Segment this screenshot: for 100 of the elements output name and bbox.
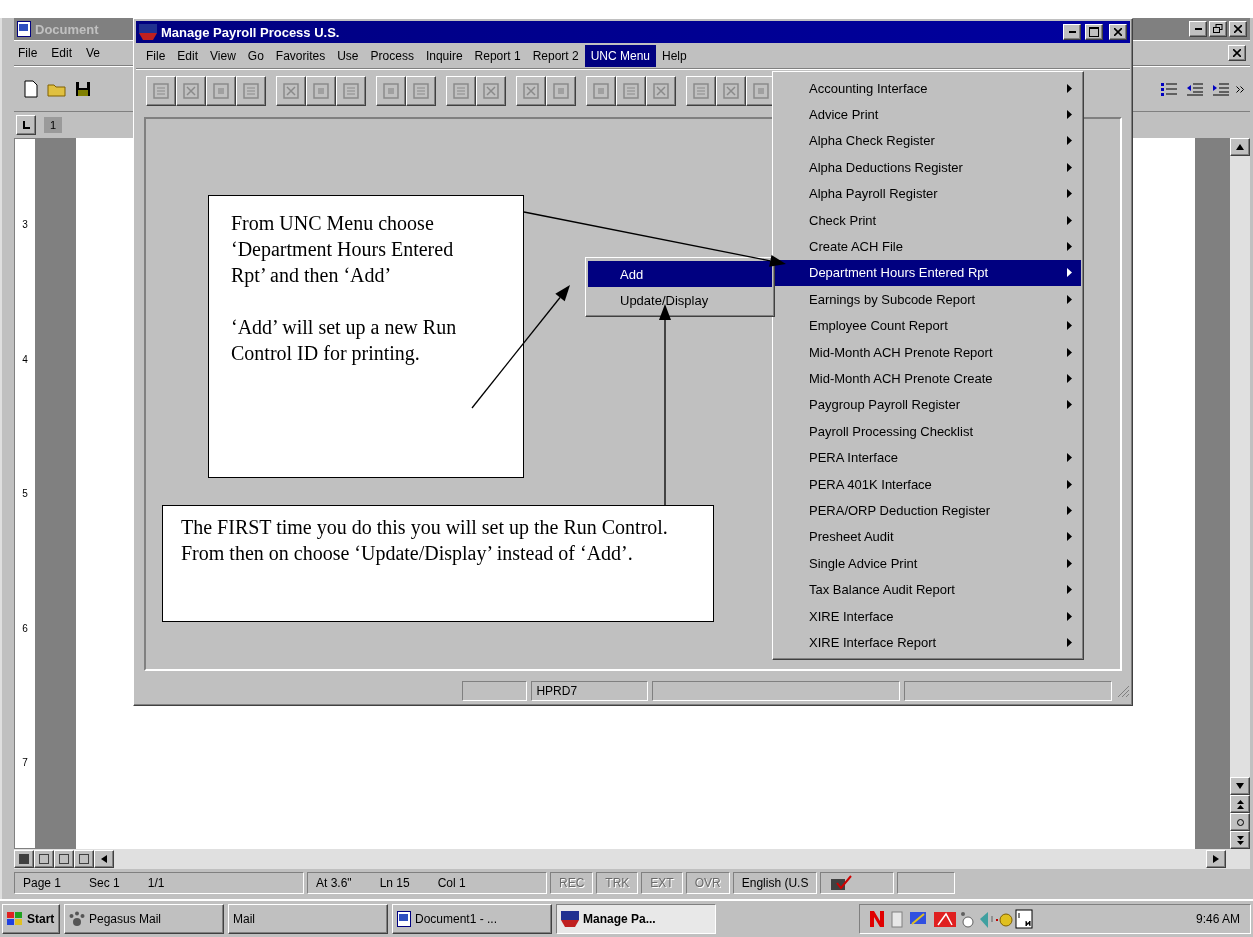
menu-item[interactable]: Ve (86, 46, 101, 60)
minimize-button[interactable] (1189, 21, 1207, 37)
tab-stop-button[interactable] (16, 115, 36, 135)
menu-item[interactable]: Inquire (419, 44, 469, 67)
menu-item[interactable]: Presheet Audit (775, 523, 1081, 551)
status-text: Page 1 (23, 876, 62, 890)
submenu-arrow-icon (1067, 83, 1073, 93)
right-arrow-icon (1213, 855, 1219, 863)
document-icon (397, 911, 411, 927)
menu-item[interactable]: Edit (171, 44, 205, 67)
toolbar-glyph-icon (212, 81, 230, 100)
menu-item[interactable]: Mid-Month ACH Prenote Create (775, 365, 1081, 392)
menu-item[interactable]: Help (656, 44, 693, 67)
toolbar-glyph-icon (592, 81, 610, 100)
menu-item[interactable]: Create ACH File (775, 233, 1081, 260)
toolbar-glyph-icon (412, 81, 430, 100)
menu-item[interactable]: Payroll Processing Checklist (775, 418, 1081, 445)
menu-item[interactable]: Employee Count Report (775, 312, 1081, 339)
menu-item[interactable]: Paygroup Payroll Register (775, 391, 1081, 419)
menu-item[interactable]: Earnings by Subcode Report (775, 286, 1081, 313)
menu-item[interactable]: Favorites (269, 44, 332, 67)
previous-page-button[interactable] (1230, 795, 1250, 813)
view-button[interactable] (54, 850, 74, 868)
taskbar-button[interactable]: Pegasus Mail (64, 904, 224, 934)
resize-grip-icon (1116, 684, 1130, 698)
taskbar-button[interactable]: Manage Pa... (556, 904, 716, 934)
scroll-down-button[interactable] (1230, 777, 1250, 795)
menu-item[interactable]: Alpha Deductions Register (775, 154, 1081, 181)
menu-item[interactable]: Update/Display (588, 287, 772, 313)
browse-object-button[interactable] (1230, 813, 1250, 831)
status-text: Col 1 (437, 876, 466, 890)
restore-icon (1213, 24, 1223, 34)
scroll-right-button[interactable] (1206, 850, 1226, 868)
menu-item[interactable]: Add (588, 261, 772, 287)
menu-item[interactable]: Check Print (775, 206, 1081, 234)
callout-text: ‘Add’ will set up a new Run Control ID for printing. (231, 315, 458, 366)
menu-item[interactable]: Report 2 (526, 44, 585, 67)
menu-item[interactable]: Tax Balance Audit Report (775, 576, 1081, 603)
restore-button[interactable] (1209, 21, 1227, 37)
close-button[interactable] (1229, 21, 1247, 37)
database-name: HPRD7 (536, 684, 578, 698)
view-button[interactable] (14, 850, 34, 868)
status-text: EXT (650, 876, 674, 890)
view-button[interactable] (74, 850, 94, 868)
menu-item[interactable]: PERA Interface (775, 444, 1081, 471)
scroll-up-button[interactable] (1230, 138, 1250, 156)
circle-icon (1236, 818, 1244, 826)
menu-item[interactable]: Advice Print (775, 101, 1081, 128)
close-button[interactable] (1109, 24, 1127, 40)
submenu-arrow-icon (1067, 136, 1073, 146)
maximize-button[interactable] (1085, 24, 1103, 40)
menu-item[interactable]: PERA 401K Interface (775, 470, 1081, 498)
status-text: REC (559, 876, 585, 890)
menu-item[interactable]: Use (331, 44, 365, 67)
menu-item[interactable]: View (204, 44, 242, 67)
view-button[interactable] (34, 850, 54, 868)
close-icon (1114, 28, 1122, 36)
status-text: Ln 15 (379, 876, 410, 890)
toolbar-glyph-icon (622, 81, 640, 100)
start-button[interactable]: Start (2, 904, 60, 934)
toolbar-glyph-icon (522, 81, 540, 100)
toolbar-glyph-icon (312, 81, 330, 100)
status-text: 1/1 (147, 876, 165, 890)
menu-item[interactable]: Accounting Interface (775, 75, 1081, 102)
taskbar-button[interactable]: Document1 - ... (392, 904, 552, 934)
status-field (462, 681, 528, 701)
menu-item[interactable]: Go (241, 44, 270, 67)
scroll-left-button[interactable] (94, 850, 114, 868)
menu-item[interactable]: PERA/ORP Deduction Register (775, 497, 1081, 524)
menu-item[interactable]: Alpha Check Register (775, 127, 1081, 155)
menu-item[interactable]: Department Hours Entered Rpt (775, 259, 1081, 287)
close-icon (1234, 25, 1242, 33)
submenu-arrow-icon (1067, 400, 1073, 410)
windows-flag-icon (7, 912, 23, 926)
menu-item[interactable]: XIRE Interface (775, 602, 1081, 630)
next-page-button[interactable] (1230, 831, 1250, 849)
menu-item[interactable]: Process (364, 44, 420, 67)
toolbar-glyph-icon (722, 81, 740, 100)
taskbar-button[interactable]: Mail (228, 904, 388, 934)
close-button[interactable] (1228, 45, 1246, 61)
minimize-button[interactable] (1063, 24, 1081, 40)
menu-item[interactable]: File (18, 46, 38, 60)
menu-item[interactable]: File (140, 44, 172, 67)
toolbar-glyph-icon (692, 81, 710, 100)
submenu-arrow-icon (1067, 611, 1073, 621)
menu-item[interactable]: Mid-Month ACH Prenote Report (775, 338, 1081, 366)
menu-item[interactable]: Edit (51, 46, 73, 60)
menu-item[interactable]: UNC Menu (584, 44, 657, 67)
submenu-arrow-icon (1067, 585, 1073, 595)
submenu-arrow-icon (1067, 110, 1073, 120)
status-field (897, 872, 956, 894)
left-arrow-icon (101, 855, 107, 863)
ruler-number: 1 (44, 117, 63, 133)
menu-item[interactable]: Alpha Payroll Register (775, 180, 1081, 207)
book-check-icon (829, 875, 854, 891)
submenu-arrow-icon (1067, 321, 1073, 331)
menu-item[interactable]: Single Advice Print (775, 550, 1081, 577)
up-arrow-icon (1236, 144, 1244, 150)
menu-item[interactable]: XIRE Interface Report (775, 629, 1081, 656)
menu-item[interactable]: Report 1 (468, 44, 527, 67)
